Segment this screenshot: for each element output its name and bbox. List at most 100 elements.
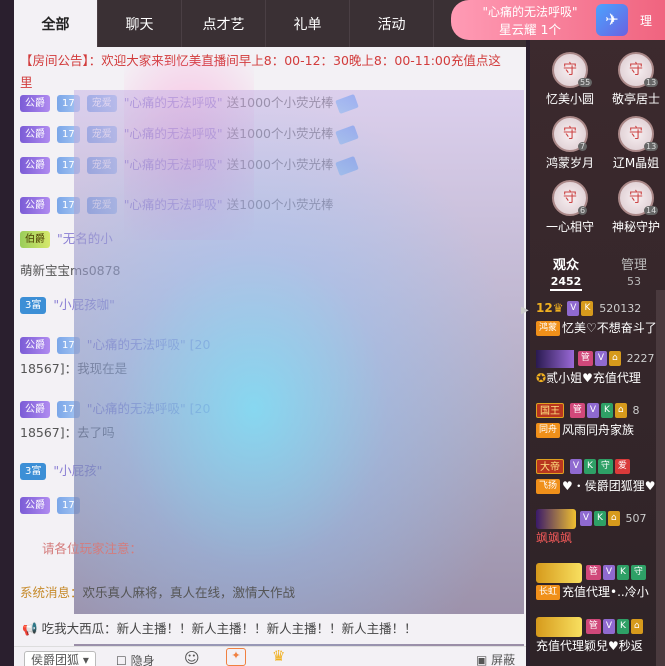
tab-manage[interactable]: 管理 53 bbox=[604, 254, 664, 288]
audience-tabs: 观众 2452 管理 53 bbox=[530, 250, 665, 291]
viewer-name: 充值代理•..冷小 bbox=[562, 585, 649, 599]
tag-badge: 管 bbox=[569, 403, 585, 418]
system-text: 欢乐真人麻将，真人在线，激情大作战 bbox=[82, 585, 296, 600]
v-badge: V bbox=[579, 511, 592, 526]
hide-checkbox[interactable]: ☐ 隐身 bbox=[116, 652, 155, 666]
sender-name[interactable]: "小屁孩咖" bbox=[53, 297, 115, 312]
gift-banner[interactable]: "心痛的无法呼吸" 星云耀 1个 bbox=[451, 0, 665, 40]
banner-gift: 星云耀 1个 bbox=[499, 22, 561, 37]
vip-frame-icon bbox=[536, 616, 582, 637]
duke-badge: 公爵 bbox=[20, 95, 50, 112]
sender-name[interactable]: "心痛的无法呼吸" bbox=[124, 126, 223, 141]
guard-name: 忆美小圆 bbox=[545, 92, 594, 106]
duke-badge: 公爵 bbox=[20, 337, 50, 354]
tab-audience[interactable]: 观众 2452 bbox=[536, 254, 596, 291]
guard-item[interactable]: 守 13 辽M晶姐 bbox=[606, 116, 665, 171]
duke-badge: 公爵 bbox=[20, 126, 50, 143]
tab-activity[interactable]: 活动 bbox=[350, 0, 434, 47]
sender-name[interactable]: "心痛的无法呼吸" bbox=[124, 197, 223, 212]
collapse-arrow-icon[interactable]: ▶ bbox=[521, 305, 529, 316]
system-message: 系统消息：欢乐真人麻将，真人在线，激情大作战 bbox=[20, 582, 295, 601]
v-badge: V bbox=[602, 619, 616, 634]
bag-icon[interactable]: ✦ bbox=[226, 648, 246, 666]
manage-label: 管理 bbox=[620, 258, 647, 273]
gift-text: 送1000个小荧光棒 bbox=[226, 157, 334, 172]
fan-badge: 长虹 bbox=[536, 585, 561, 600]
banner-sender: "心痛的无法呼吸" bbox=[482, 5, 578, 19]
glowstick-icon bbox=[335, 124, 360, 145]
tag-badge: 管 bbox=[577, 351, 593, 366]
duke-badge: 公爵 bbox=[20, 157, 50, 174]
close-icon[interactable]: 理 bbox=[640, 12, 652, 29]
tab-all[interactable]: 全部 bbox=[14, 0, 98, 47]
gift-text: 送1000个小荧光棒 bbox=[226, 126, 334, 141]
tab-gift-list[interactable]: 礼单 bbox=[266, 0, 350, 47]
block-button[interactable]: ▣ 屏蔽 bbox=[476, 651, 515, 666]
gift-text: 送1000个小荧光棒 bbox=[226, 197, 334, 212]
viewer-number: 2227 bbox=[626, 352, 655, 365]
vip-frame-icon bbox=[536, 349, 574, 368]
duke-badge: 公爵 bbox=[20, 497, 50, 514]
guard-level: 13 bbox=[644, 142, 659, 151]
sender-name[interactable]: "心痛的无法呼吸" bbox=[124, 157, 223, 172]
k-badge: K bbox=[617, 619, 629, 634]
sender-name[interactable]: "心痛的无法呼吸" [20 bbox=[87, 337, 211, 352]
sender-name[interactable]: "心痛的无法呼吸" [20 bbox=[87, 401, 211, 416]
emoji-icon[interactable]: ☺ bbox=[184, 649, 200, 666]
guard-item[interactable]: 守 7 鸿蒙岁月 bbox=[540, 116, 600, 171]
guard-level: 13 bbox=[644, 78, 659, 87]
viewer-row[interactable]: V K ⌂ 507 飒飒飒 bbox=[536, 508, 665, 548]
guard-name: 一心相守 bbox=[545, 220, 594, 234]
k-badge: K bbox=[594, 511, 606, 526]
sender-name[interactable]: "无名的小 bbox=[57, 231, 113, 246]
viewer-row[interactable]: 12♛ VK 520132 鸿蒙 忆美♡不想奋斗了 bbox=[536, 298, 665, 338]
viewer-name: 忆美♡不想奋斗了 bbox=[562, 321, 657, 335]
viewer-row[interactable]: 国王 管 V K ⌂ 8 同舟 风雨同舟家族 bbox=[536, 400, 665, 440]
chat-text: 18567]：去了吗 bbox=[20, 425, 115, 440]
tab-talent[interactable]: 点才艺 bbox=[182, 0, 266, 47]
sender-name[interactable]: "小屁孩" bbox=[53, 463, 102, 478]
hint-text: 请各位玩家注意： bbox=[42, 541, 143, 556]
house-badge: ⌂ bbox=[609, 351, 621, 366]
viewer-row[interactable]: 大帝 VK守爱 飞扬 ♥・侯爵团狐狸♥・/ bbox=[536, 456, 665, 496]
chat-text: 18567]：我现在是 bbox=[20, 361, 128, 376]
fan-group-select[interactable]: 侯爵团狐 ▾ bbox=[24, 651, 96, 666]
k-badge: K bbox=[581, 301, 594, 316]
list-item: 公爵 17 "心痛的无法呼吸" [20 bbox=[20, 398, 510, 420]
house-badge: ⌂ bbox=[614, 403, 627, 418]
level-badge: 17 bbox=[56, 157, 80, 174]
sender-name[interactable]: "心痛的无法呼吸" bbox=[124, 95, 223, 110]
crown-icon[interactable]: ♛ bbox=[272, 647, 285, 665]
viewer-scrollbar[interactable] bbox=[656, 290, 665, 666]
list-item: 3富 "小屁孩咖" bbox=[20, 294, 510, 316]
duke-badge: 公爵 bbox=[20, 197, 50, 214]
guard-item[interactable]: 守 6 一心相守 bbox=[540, 180, 600, 235]
fan-badge: 飞扬 bbox=[536, 479, 561, 494]
vip-frame-icon bbox=[536, 562, 582, 583]
tab-chat[interactable]: 聊天 bbox=[98, 0, 182, 47]
viewer-row[interactable]: 管 V ⌂ 2227 ✪贰小姐♥充值代理 bbox=[536, 348, 665, 388]
title-badge: 大帝 bbox=[536, 459, 564, 474]
list-item[interactable]: 萌新宝宝ms0878 bbox=[20, 260, 510, 282]
guard-item[interactable]: 守 13 敬亭居士 bbox=[606, 52, 665, 107]
viewer-row[interactable]: 管 V K ⌂ 充值代理颖兒♥秒返 bbox=[536, 616, 665, 656]
guard-badge: 守 bbox=[630, 565, 646, 580]
guard-level: 7 bbox=[578, 142, 588, 151]
viewer-number: 520132 bbox=[599, 302, 642, 315]
k-badge: K bbox=[617, 565, 629, 580]
guard-level: 55 bbox=[578, 78, 593, 87]
guard-item[interactable]: 守 14 神秘守护 bbox=[606, 180, 665, 235]
airplane-icon: ✈ bbox=[596, 4, 628, 36]
manage-count: 53 bbox=[627, 275, 641, 288]
guard-badge: 守 bbox=[597, 459, 613, 474]
viewer-name: 贰小姐♥充值代理 bbox=[546, 371, 641, 385]
crown-icon: ♛ bbox=[552, 301, 564, 315]
duke-badge: 公爵 bbox=[20, 401, 50, 418]
guard-item[interactable]: 守 55 忆美小圆 bbox=[540, 52, 600, 107]
room-notice[interactable]: 【房间公告】：欢迎大家来到忆美直播间早上8：00-12：30晚上8：00-11:… bbox=[20, 50, 510, 94]
fan-badge: 同舟 bbox=[536, 423, 561, 438]
fan-tag-badge: 宠爱 bbox=[86, 197, 117, 214]
viewer-row[interactable]: 管VK守 长虹 充值代理•..冷小 bbox=[536, 562, 665, 602]
block-label: 屏蔽 bbox=[491, 653, 516, 666]
v-badge: V bbox=[602, 565, 616, 580]
